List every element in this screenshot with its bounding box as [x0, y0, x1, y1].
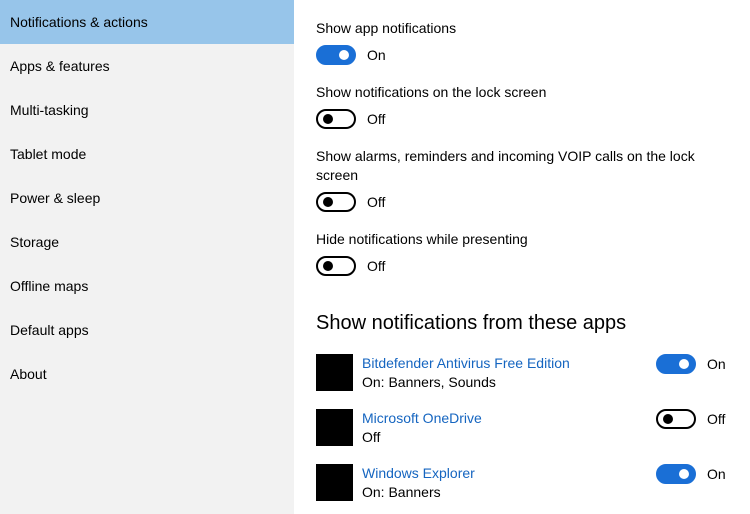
windows-explorer-notifications-toggle[interactable]	[656, 464, 696, 484]
hide-while-presenting-label: Hide notifications while presenting	[316, 231, 528, 247]
toggle-knob	[323, 197, 333, 207]
show-app-notifications-toggle[interactable]	[316, 45, 356, 65]
settings-content: Show app notifications On Show notificat…	[316, 0, 750, 514]
toggle-knob	[679, 469, 689, 479]
toggle-state-text: On	[707, 356, 726, 372]
bitdefender-notifications-toggle[interactable]	[656, 354, 696, 374]
toggle-knob	[663, 414, 673, 424]
sidebar: Notifications & actions Apps & features …	[0, 0, 294, 514]
app-row-windows-explorer: Windows Explorer On: Banners On	[316, 464, 736, 502]
toggle-state-text: On	[707, 466, 726, 482]
app-name-link[interactable]: Microsoft OneDrive	[362, 409, 482, 427]
toggle-knob	[323, 261, 333, 271]
lock-screen-notifications-toggle[interactable]	[316, 109, 356, 129]
show-app-notifications-label: Show app notifications	[316, 20, 457, 36]
lock-screen-notifications-row: Off	[316, 109, 385, 129]
onedrive-app-icon	[316, 409, 353, 446]
sidebar-item-about[interactable]: About	[0, 352, 294, 396]
app-status-text: On: Banners	[362, 484, 441, 500]
sidebar-item-offline-maps[interactable]: Offline maps	[0, 264, 294, 308]
toggle-state-text: Off	[367, 194, 386, 210]
show-app-notifications-row: On	[316, 45, 386, 65]
alarms-voip-lock-screen-row: Off	[316, 192, 385, 212]
app-name-link[interactable]: Bitdefender Antivirus Free Edition	[362, 354, 570, 372]
alarms-voip-lock-screen-label: Show alarms, reminders and incoming VOIP…	[316, 148, 695, 183]
app-row-bitdefender: Bitdefender Antivirus Free Edition On: B…	[316, 354, 736, 392]
sidebar-item-power-sleep[interactable]: Power & sleep	[0, 176, 294, 220]
apps-section-heading: Show notifications from these apps	[316, 312, 627, 334]
alarms-voip-lock-screen-toggle[interactable]	[316, 192, 356, 212]
sidebar-item-apps-features[interactable]: Apps & features	[0, 44, 294, 88]
sidebar-item-multi-tasking[interactable]: Multi-tasking	[0, 88, 294, 132]
sidebar-item-tablet-mode[interactable]: Tablet mode	[0, 132, 294, 176]
toggle-knob	[339, 50, 349, 60]
sidebar-item-default-apps[interactable]: Default apps	[0, 308, 294, 352]
bitdefender-app-icon	[316, 354, 353, 391]
windows-explorer-app-icon	[316, 464, 353, 501]
toggle-state-text: Off	[367, 111, 386, 127]
app-toggle-row: Off	[656, 409, 725, 429]
toggle-state-text: Off	[367, 258, 386, 274]
app-toggle-row: On	[656, 354, 726, 374]
toggle-state-text: On	[367, 47, 386, 63]
toggle-knob	[679, 359, 689, 369]
toggle-state-text: Off	[707, 411, 726, 427]
app-toggle-row: On	[656, 464, 726, 484]
lock-screen-notifications-label: Show notifications on the lock screen	[316, 84, 547, 100]
onedrive-notifications-toggle[interactable]	[656, 409, 696, 429]
app-status-text: On: Banners, Sounds	[362, 374, 496, 390]
hide-while-presenting-toggle[interactable]	[316, 256, 356, 276]
app-name-link[interactable]: Windows Explorer	[362, 464, 475, 482]
app-row-onedrive: Microsoft OneDrive Off Off	[316, 409, 736, 447]
sidebar-item-notifications-actions[interactable]: Notifications & actions	[0, 0, 294, 44]
hide-while-presenting-row: Off	[316, 256, 385, 276]
toggle-knob	[323, 114, 333, 124]
sidebar-item-storage[interactable]: Storage	[0, 220, 294, 264]
app-status-text: Off	[362, 429, 381, 445]
